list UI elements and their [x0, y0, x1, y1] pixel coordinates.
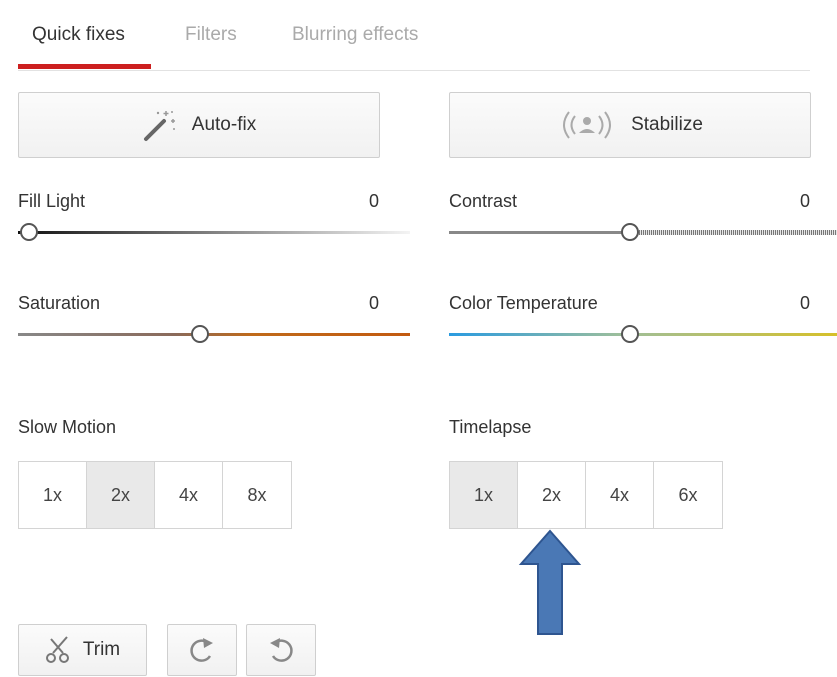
color-temperature-track[interactable]	[449, 333, 837, 336]
timelapse-option-1x[interactable]: 1x	[450, 462, 518, 528]
color-temperature-slider-handle[interactable]	[621, 325, 639, 343]
timelapse-option-2x[interactable]: 2x	[518, 462, 586, 528]
trim-button[interactable]: Trim	[18, 624, 147, 676]
auto-fix-label: Auto-fix	[191, 114, 257, 135]
slow-motion-option-8x[interactable]: 8x	[223, 462, 291, 528]
active-tab-indicator	[18, 64, 151, 69]
tab-quick-fixes[interactable]: Quick fixes	[32, 24, 125, 46]
fill-light-label: Fill Light	[18, 191, 86, 211]
fill-light-value: 0	[369, 191, 380, 211]
saturation-slider-handle[interactable]	[191, 325, 209, 343]
fill-light-slider-handle[interactable]	[20, 223, 38, 241]
rotate-counterclockwise-icon	[265, 634, 297, 666]
slow-motion-label: Slow Motion	[18, 417, 117, 437]
fill-light-track[interactable]	[18, 231, 410, 234]
slow-motion-option-1x[interactable]: 1x	[19, 462, 87, 528]
slow-motion-option-2x[interactable]: 2x	[87, 462, 155, 528]
contrast-track-right[interactable]	[637, 230, 837, 235]
trim-label: Trim	[82, 639, 121, 660]
timelapse-segmented-control: 1x 2x 4x 6x	[449, 461, 723, 529]
stabilize-person-icon	[557, 108, 617, 142]
contrast-slider-handle[interactable]	[621, 223, 639, 241]
annotation-arrow-icon	[518, 529, 582, 635]
saturation-label: Saturation	[18, 293, 101, 313]
color-temperature-value: 0	[800, 293, 811, 313]
rotate-clockwise-button[interactable]	[167, 624, 237, 676]
magic-wand-icon	[142, 107, 178, 143]
timelapse-option-6x[interactable]: 6x	[654, 462, 722, 528]
auto-fix-button[interactable]: Auto-fix	[18, 92, 380, 158]
stabilize-label: Stabilize	[631, 114, 703, 135]
contrast-value: 0	[800, 191, 811, 211]
timelapse-label: Timelapse	[449, 417, 532, 437]
tab-bar: Quick fixes Filters Blurring effects	[18, 18, 810, 71]
slow-motion-option-4x[interactable]: 4x	[155, 462, 223, 528]
saturation-value: 0	[369, 293, 380, 313]
color-temperature-label: Color Temperature	[449, 293, 598, 313]
timelapse-option-4x[interactable]: 4x	[586, 462, 654, 528]
tab-filters[interactable]: Filters	[185, 24, 237, 46]
slow-motion-segmented-control: 1x 2x 4x 8x	[18, 461, 292, 529]
rotate-clockwise-icon	[186, 634, 218, 666]
rotate-counterclockwise-button[interactable]	[246, 624, 316, 676]
stabilize-button[interactable]: Stabilize	[449, 92, 811, 158]
scissors-icon	[45, 635, 71, 665]
contrast-track-left[interactable]	[449, 231, 625, 234]
tab-blurring-effects[interactable]: Blurring effects	[292, 24, 418, 46]
contrast-label: Contrast	[449, 191, 518, 211]
saturation-track[interactable]	[18, 333, 410, 336]
